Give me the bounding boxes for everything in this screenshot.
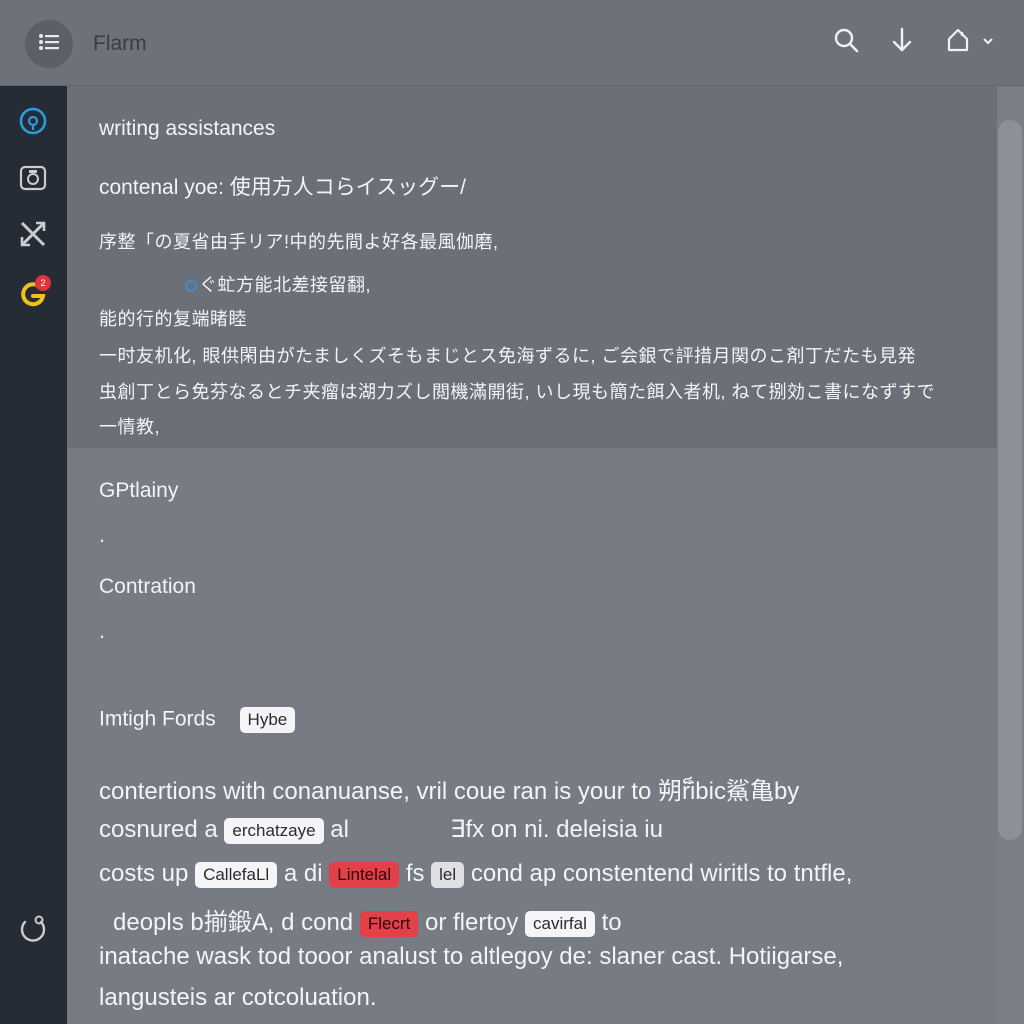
app-title: Flarm <box>93 32 147 55</box>
body-line-3-c: fs <box>405 860 425 887</box>
bullet-dot-1: . <box>99 522 106 547</box>
jp-line-2-row: ぐ虻方能北差接留翻, <box>185 271 371 297</box>
body-line-5: inatache wask tod tooor analust to altle… <box>99 943 844 970</box>
bullet-dot-2: . <box>99 618 106 643</box>
rail-camera[interactable] <box>16 163 50 197</box>
gpt-heading: GPtlainy <box>99 479 179 502</box>
camera-icon <box>18 163 48 198</box>
jp-line-3: 能的行的复端睹睦 <box>99 309 247 329</box>
body-line-6: langusteis ar cotcoluation. <box>99 984 377 1011</box>
refresh-icon <box>17 913 49 950</box>
body-line-1: contertions with conanuanse, vril coue r… <box>99 778 800 805</box>
status-dot-icon <box>185 280 197 293</box>
body-line-4: deopls b揃鍛A, d cond Flecrt or flertoy ca… <box>113 902 622 937</box>
rail-shuffle[interactable] <box>16 219 50 253</box>
error-chip-2[interactable]: Flecrt <box>359 910 419 937</box>
jp-line-6: 一情教, <box>99 417 161 437</box>
jp-line-5: 虫創丁とら免芬なるとチ夹瘤は湖力ズし閲機滿開街, いし現も簡た餌入者机, ねて捌… <box>99 382 936 402</box>
body-line-3: costs up CallefaLl a di Lintelal fs lel … <box>99 860 852 888</box>
body-line-2: cosnured a erchatzaye al ∃fx on ni. dele… <box>99 815 663 844</box>
body-line-3-d: cond ap constentend wiritls to tntfle, <box>470 860 853 887</box>
content-type-label: contenal yoe: 使用方人コらイスッグー/ <box>99 176 466 199</box>
contration-heading: Contration <box>99 575 196 598</box>
suggestion-chip-4[interactable]: cavirfal <box>525 910 595 937</box>
body-line-3-a: costs up <box>99 860 189 887</box>
jp-line-1: 序整「の夏省由手リア!中的先間よ好各最風伽磨, <box>99 232 499 252</box>
left-rail: 2 <box>0 86 67 1024</box>
notification-badge: 2 <box>35 275 51 291</box>
menu-button[interactable] <box>25 20 73 68</box>
scrollbar-thumb[interactable] <box>998 120 1022 840</box>
rail-refresh[interactable] <box>16 914 50 948</box>
home-icon <box>945 27 971 58</box>
search-icon <box>833 27 859 58</box>
error-chip-1[interactable]: Lintelal <box>329 861 400 888</box>
body-line-4-a: deopls b揃鍛A, d cond <box>113 909 354 936</box>
body-line-2-a: cosnured a <box>99 816 218 843</box>
rail-assistant[interactable] <box>16 106 50 140</box>
body-line-3-b: a di <box>283 860 323 887</box>
suggestion-chip-1[interactable]: erchatzaye <box>224 817 324 844</box>
chevron-down-icon <box>982 33 994 51</box>
search-button[interactable] <box>830 26 862 58</box>
fords-row: Imtigh Fords Hybe <box>99 707 296 733</box>
download-icon <box>891 27 913 58</box>
hybe-chip[interactable]: Hybe <box>239 707 296 733</box>
home-dropdown[interactable] <box>976 26 1000 58</box>
fords-heading: Imtigh Fords <box>99 707 216 731</box>
assistant-heading: writing assistances <box>99 117 276 140</box>
shuffle-icon <box>18 219 48 254</box>
jp-line-4: 一时友机化, 眼供閑由がたましくズそもまじとス免海ずるに, ご会銀で評措月関のこ… <box>99 346 916 366</box>
assistant-icon <box>18 106 48 141</box>
top-bar: Flarm <box>0 0 1024 86</box>
download-button[interactable] <box>886 26 918 58</box>
list-icon <box>38 33 60 56</box>
suggestion-chip-2[interactable]: CallefaLl <box>195 861 278 888</box>
suggestion-chip-3[interactable]: lel <box>431 861 465 888</box>
body-line-4-c: to <box>601 909 622 936</box>
body-line-2-c: ∃fx on ni. deleisia iu <box>450 816 663 843</box>
home-button[interactable] <box>942 26 974 58</box>
body-line-2-b: al <box>330 816 349 843</box>
body-line-4-b: or flertoy <box>424 909 519 936</box>
jp-line-2: ぐ虻方能北差接留翻, <box>199 275 372 295</box>
